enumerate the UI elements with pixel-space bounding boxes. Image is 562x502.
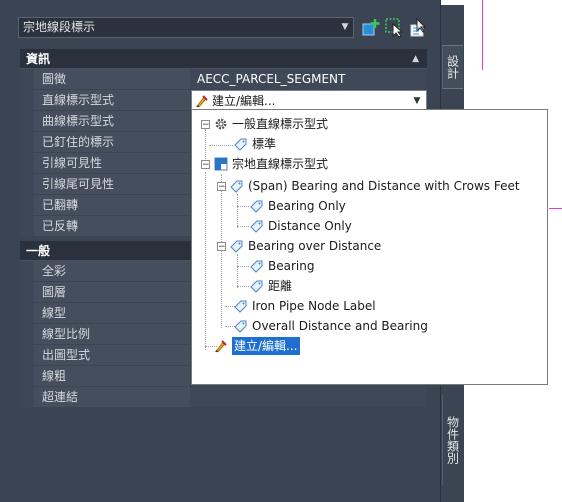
section-title: 一般 (26, 244, 51, 258)
canvas-line (482, 0, 483, 70)
tree-node-label: Distance Only (268, 219, 352, 233)
tree-node-distance[interactable]: 距離 (250, 277, 292, 295)
line-label-style-value: 建立/編輯... (212, 94, 276, 108)
label-tag-icon (230, 240, 243, 253)
section-header-info[interactable]: 資訊 ▲ (20, 49, 427, 69)
tree-connector (237, 194, 238, 228)
tree-node-parcel-line-styles[interactable]: 宗地直線標示型式 (214, 155, 328, 173)
tree-node-label: Bearing Only (268, 199, 346, 213)
tree-node-iron-pipe[interactable]: Iron Pipe Node Label (234, 297, 376, 315)
tree-node-label: 宗地直線標示型式 (232, 157, 329, 171)
property-name: 已反轉 (20, 216, 191, 237)
tree-node-bearing[interactable]: Bearing (250, 257, 314, 275)
label-tag-icon (250, 260, 263, 273)
chevron-down-icon[interactable]: ▼ (337, 18, 353, 37)
property-value (191, 387, 427, 408)
property-name: 引線可見性 (20, 153, 191, 174)
tree-node-bearing-only[interactable]: Bearing Only (250, 197, 346, 215)
tree-node-label: 建立/編輯... (232, 337, 300, 355)
tree-node-label: (Span) Bearing and Distance with Crows F… (248, 179, 520, 193)
property-name: 全彩 (20, 261, 191, 282)
collapse-toggle[interactable]: − (217, 242, 226, 252)
select-objects-icon[interactable] (385, 18, 405, 38)
label-tag-icon (250, 220, 263, 233)
toggle-pickadd-icon[interactable] (361, 18, 381, 38)
collapse-toggle[interactable]: − (201, 160, 210, 170)
tree-node-overall-distance-bearing[interactable]: Overall Distance and Bearing (234, 317, 428, 335)
label-tag-icon (250, 200, 263, 213)
tree-connector (237, 254, 238, 288)
collapse-toggle[interactable]: − (201, 120, 210, 130)
quick-select-icon[interactable] (408, 17, 428, 38)
chevron-down-icon[interactable]: ▼ (410, 91, 424, 110)
property-name: 超連結 (20, 387, 191, 408)
tree-node-label: 一般直線標示型式 (232, 117, 329, 131)
property-name: 已翻轉 (20, 195, 191, 216)
tree-node-label: Iron Pipe Node Label (252, 299, 376, 313)
tree-node-label: Bearing over Distance (248, 239, 382, 253)
collapse-toggle[interactable]: − (217, 182, 226, 192)
property-name: 線粗 (20, 366, 191, 387)
label-style-dropdown[interactable]: − 一般直線標示型式 標準 − 宗地直線標示型式 − (Span) Bearin… (191, 109, 548, 385)
tree-node-span-bearing-distance[interactable]: (Span) Bearing and Distance with Crows F… (230, 177, 520, 195)
tree-node-distance-only[interactable]: Distance Only (250, 217, 352, 235)
tree-node-bearing-over-distance[interactable]: Bearing over Distance (230, 237, 381, 255)
property-row[interactable]: 直線標示型式 建立/編輯... ▼ (20, 90, 427, 111)
tree-connector (237, 206, 249, 207)
tree-node-general-line-styles[interactable]: 一般直線標示型式 (214, 115, 328, 133)
tree-node-create-edit[interactable]: 建立/編輯... (214, 337, 300, 355)
create-edit-icon (215, 340, 227, 353)
parcel-style-icon (214, 157, 228, 171)
label-tag-icon (250, 280, 263, 293)
label-tag-icon (234, 300, 247, 313)
gear-icon (215, 118, 227, 130)
property-row[interactable]: 超連結 (20, 387, 427, 408)
property-name: 曲線標示型式 (20, 111, 191, 132)
tree-node-label: Bearing (268, 259, 315, 273)
property-name: 已釘住的標示 (20, 132, 191, 153)
tree-connector (237, 286, 249, 287)
label-tag-icon (230, 180, 243, 193)
object-type-value: 宗地線段標示 (23, 20, 96, 34)
canvas-line (549, 208, 562, 209)
label-tag-icon (234, 138, 247, 151)
tree-connector (237, 266, 249, 267)
tree-connector (205, 172, 206, 350)
tree-node-label: 標準 (252, 137, 277, 151)
property-name: 引線尾可見性 (20, 174, 191, 195)
property-name: 直線標示型式 (20, 90, 191, 111)
tree-node-standard[interactable]: 標準 (234, 135, 276, 153)
tree-connector (209, 145, 233, 146)
property-row[interactable]: 圖徵 AECC_PARCEL_SEGMENT (20, 69, 427, 90)
line-label-style-combo[interactable]: 建立/編輯... ▼ (191, 90, 427, 111)
collapse-caret-icon[interactable]: ▲ (412, 49, 419, 69)
property-name: 線型 (20, 303, 191, 324)
section-title: 資訊 (26, 52, 51, 66)
tab-object-class[interactable]: 物件類別 (442, 395, 463, 485)
property-name: 出圖型式 (20, 345, 191, 366)
label-tag-icon (234, 320, 247, 333)
tree-node-label: Overall Distance and Bearing (252, 319, 428, 333)
tab-design[interactable]: 設計 (442, 45, 463, 89)
property-name: 線型比例 (20, 324, 191, 345)
property-name: 圖徵 (20, 69, 191, 90)
property-value: AECC_PARCEL_SEGMENT (191, 69, 427, 90)
object-type-select[interactable]: 宗地線段標示 ▼ (18, 17, 354, 38)
property-name: 圖層 (20, 282, 191, 303)
tree-node-label: 距離 (268, 279, 293, 293)
tree-connector (237, 226, 249, 227)
